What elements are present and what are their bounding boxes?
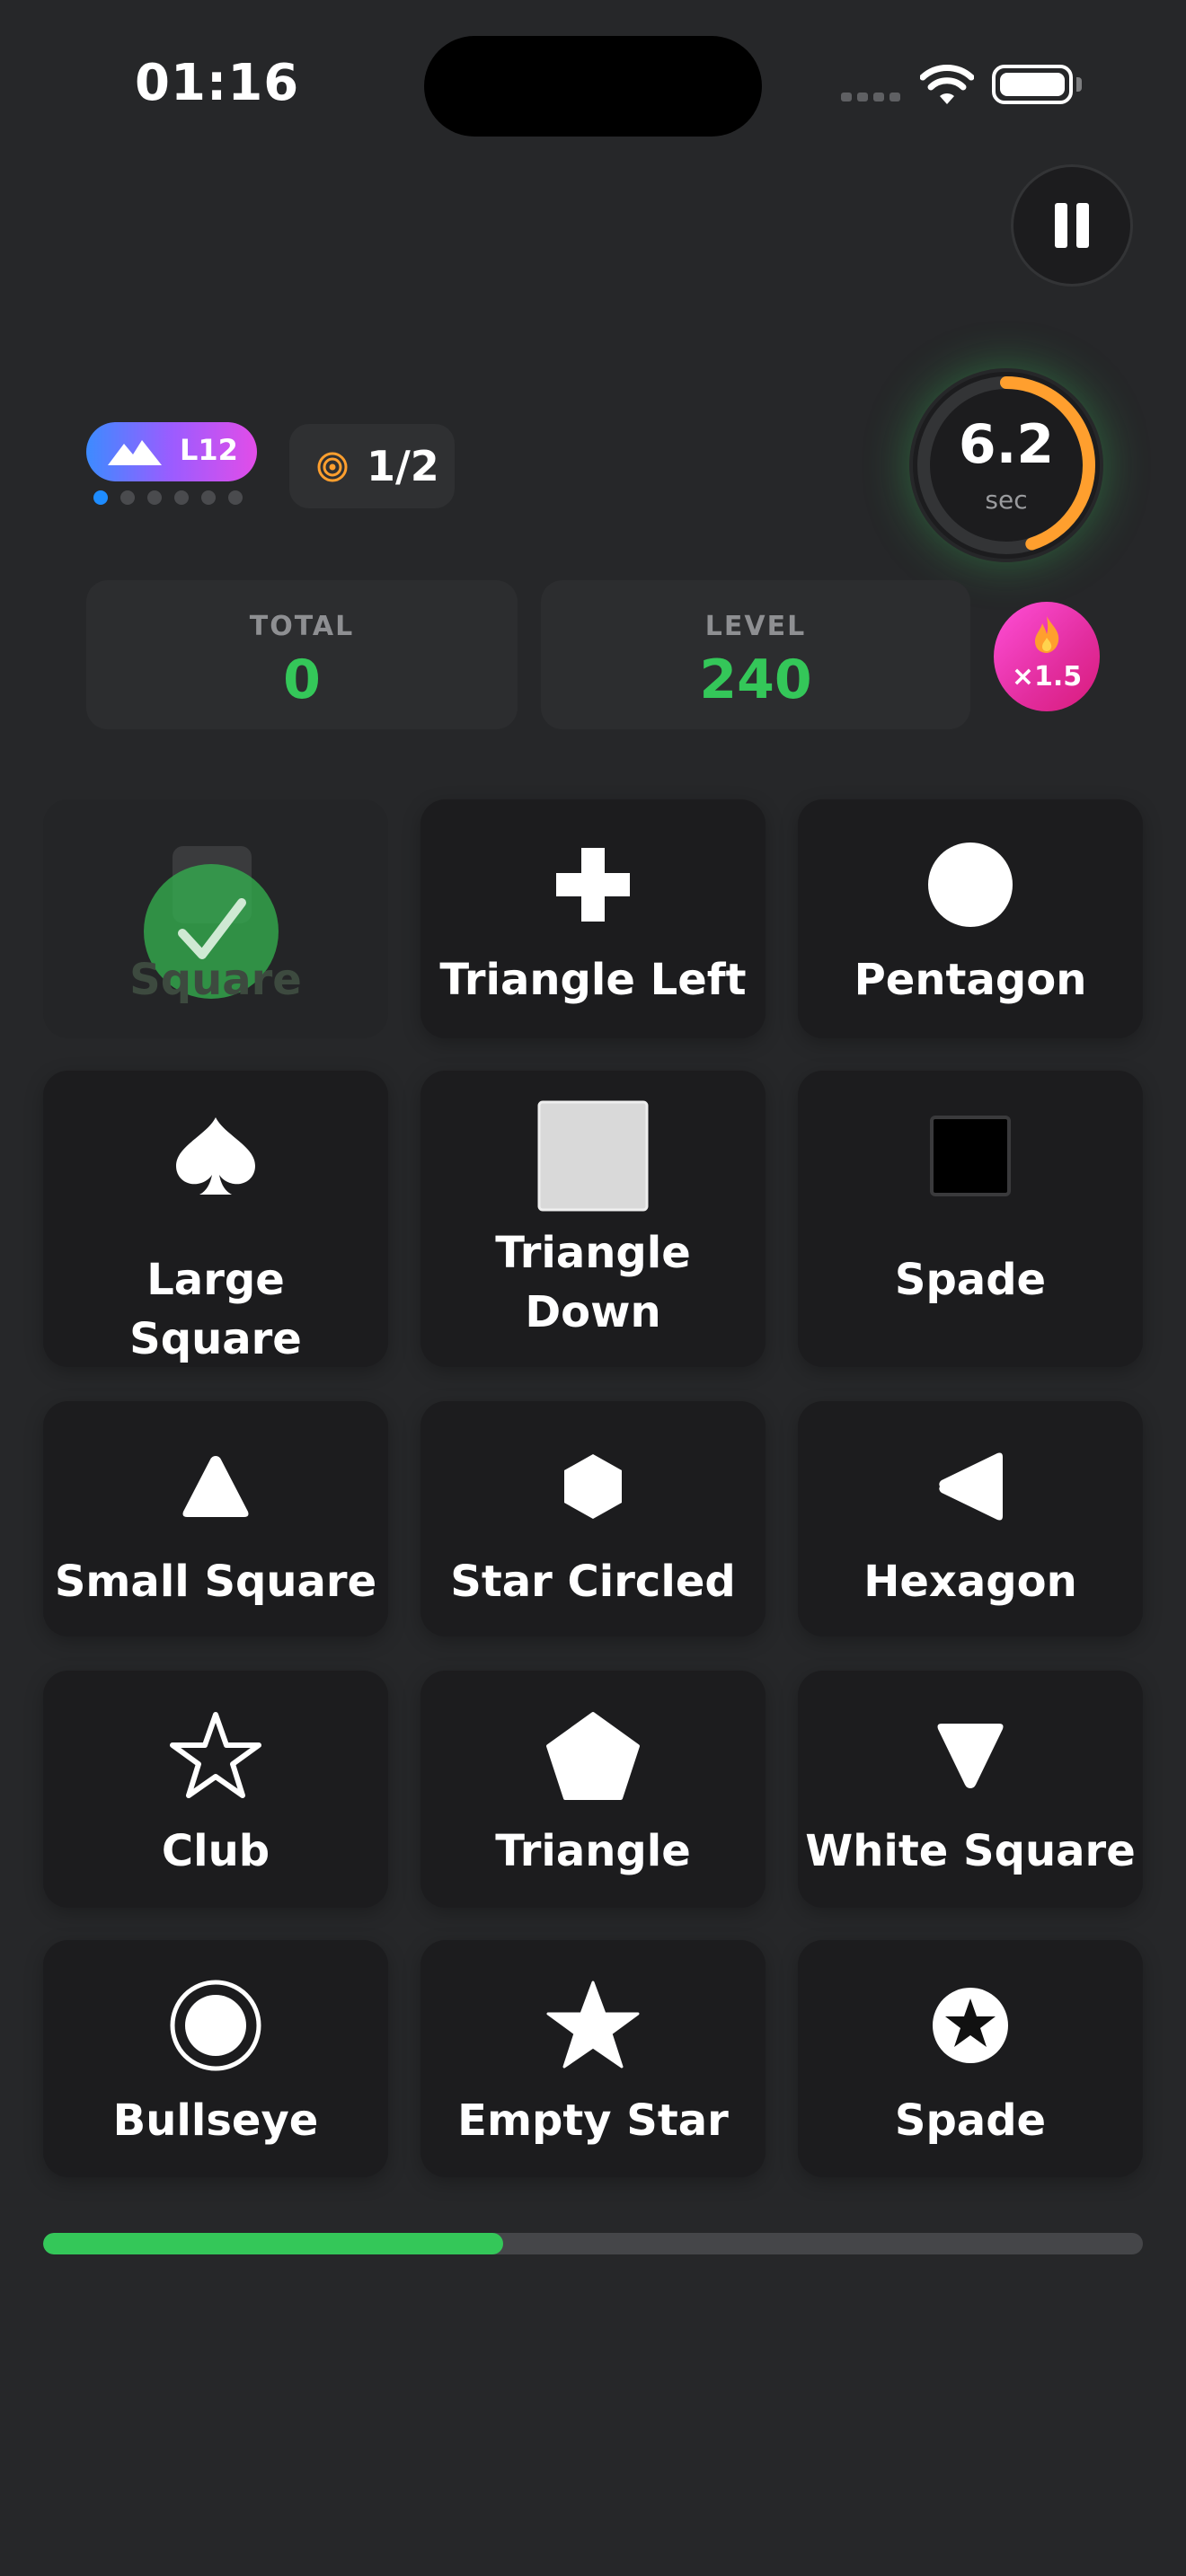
level-dot — [174, 490, 189, 505]
target-counter: 1/2 — [289, 424, 455, 508]
shape-tile-hexagon[interactable]: Hexagon — [798, 1401, 1143, 1636]
shape-tile-label: Square — [129, 955, 302, 1005]
circle-icon — [798, 840, 1143, 930]
shape-tile-label-line: Triangle — [495, 1228, 691, 1278]
shape-tile-label: Star Circled — [450, 1557, 736, 1607]
spade-icon — [43, 1116, 388, 1196]
round-progress-bar — [43, 2233, 1143, 2254]
triangle-up-icon — [43, 1452, 388, 1521]
level-score-value: 240 — [699, 648, 812, 711]
shape-tile-label: Spade — [894, 1255, 1047, 1305]
shape-tile-label: Triangle Left — [439, 955, 747, 1005]
battery-icon — [992, 65, 1082, 104]
hexagon-icon — [420, 1452, 766, 1521]
shape-tile-large-square[interactable]: Large Square — [43, 1071, 388, 1367]
shape-tile-spade[interactable]: Spade — [798, 1071, 1143, 1367]
shape-tile-triangle-left[interactable]: Triangle Left — [420, 799, 766, 1038]
total-score-card: TOTAL 0 — [86, 580, 518, 729]
empty-star-icon — [43, 1709, 388, 1803]
status-time: 01:16 — [135, 54, 300, 112]
level-dot — [147, 490, 162, 505]
shape-tile-label: Triangle — [495, 1826, 691, 1876]
shape-tile-label-line: Down — [525, 1287, 661, 1337]
bullseye-icon — [43, 1979, 388, 2072]
shape-tile-label: Empty Star — [457, 2095, 729, 2146]
shape-tile-label: White Square — [805, 1826, 1136, 1876]
cellular-signal-icon — [841, 88, 906, 105]
shape-tile-label: Hexagon — [863, 1557, 1077, 1607]
star-icon — [420, 1979, 766, 2072]
plus-icon — [420, 844, 766, 925]
target-icon — [316, 451, 349, 487]
level-dot — [228, 490, 243, 505]
black-square-icon — [798, 1115, 1143, 1197]
shape-tile-pentagon[interactable]: Pentagon — [798, 799, 1143, 1038]
shape-tile-label: Small Square — [54, 1557, 377, 1607]
shape-tile-label: Club — [161, 1826, 270, 1876]
star-circled-icon — [798, 1986, 1143, 2065]
shape-tile-label: Large Square — [129, 1255, 302, 1364]
target-count: 1/2 — [367, 442, 439, 490]
triangle-down-icon — [798, 1720, 1143, 1792]
shape-tile-club[interactable]: Club — [43, 1671, 388, 1908]
shape-tile-small-square[interactable]: Small Square — [43, 1401, 388, 1636]
shape-tile-label: Bullseye — [112, 2095, 319, 2146]
shape-tile-white-square[interactable]: White Square — [798, 1671, 1143, 1908]
mountain-icon — [108, 438, 162, 469]
level-dot — [120, 490, 135, 505]
pentagon-icon — [420, 1711, 766, 1801]
level-dot — [201, 490, 216, 505]
white-square-icon — [420, 1100, 766, 1212]
triangle-left-icon — [798, 1451, 1143, 1522]
shape-tile-label: Pentagon — [854, 955, 1087, 1005]
shape-tile-triangle-down[interactable]: Triangle Down — [420, 1071, 766, 1367]
level-score-card: LEVEL 240 — [541, 580, 970, 729]
shape-tile-empty-star[interactable]: Empty Star — [420, 1940, 766, 2177]
timer-value: 6.2 — [958, 413, 1055, 476]
dynamic-island — [424, 36, 762, 137]
wifi-icon — [919, 65, 975, 110]
multiplier-value: ×1.5 — [1011, 661, 1083, 693]
round-progress-fill — [43, 2233, 503, 2254]
pause-button[interactable] — [1013, 167, 1130, 284]
shape-tile-spade[interactable]: Spade — [798, 1940, 1143, 2177]
shape-tile-square[interactable]: Square — [43, 799, 388, 1038]
timer-unit: sec — [985, 485, 1028, 515]
level-label: L12 — [180, 433, 238, 467]
countdown-timer: 6.2 sec — [909, 368, 1103, 562]
flame-icon — [1031, 614, 1062, 657]
level-dot — [93, 490, 108, 505]
level-badge: L12 — [86, 422, 257, 481]
level-progress-dots — [93, 490, 255, 508]
shape-tile-label: Spade — [894, 2095, 1047, 2146]
level-score-label: LEVEL — [704, 611, 807, 642]
shape-tile-bullseye[interactable]: Bullseye — [43, 1940, 388, 2177]
shape-tile-triangle[interactable]: Triangle — [420, 1671, 766, 1908]
total-score-value: 0 — [283, 648, 321, 711]
shape-tile-star-circled[interactable]: Star Circled — [420, 1401, 766, 1636]
multiplier-badge: ×1.5 — [994, 602, 1100, 711]
total-score-label: TOTAL — [249, 611, 355, 642]
shape-tile-label: Triangle Down — [420, 1223, 766, 1342]
